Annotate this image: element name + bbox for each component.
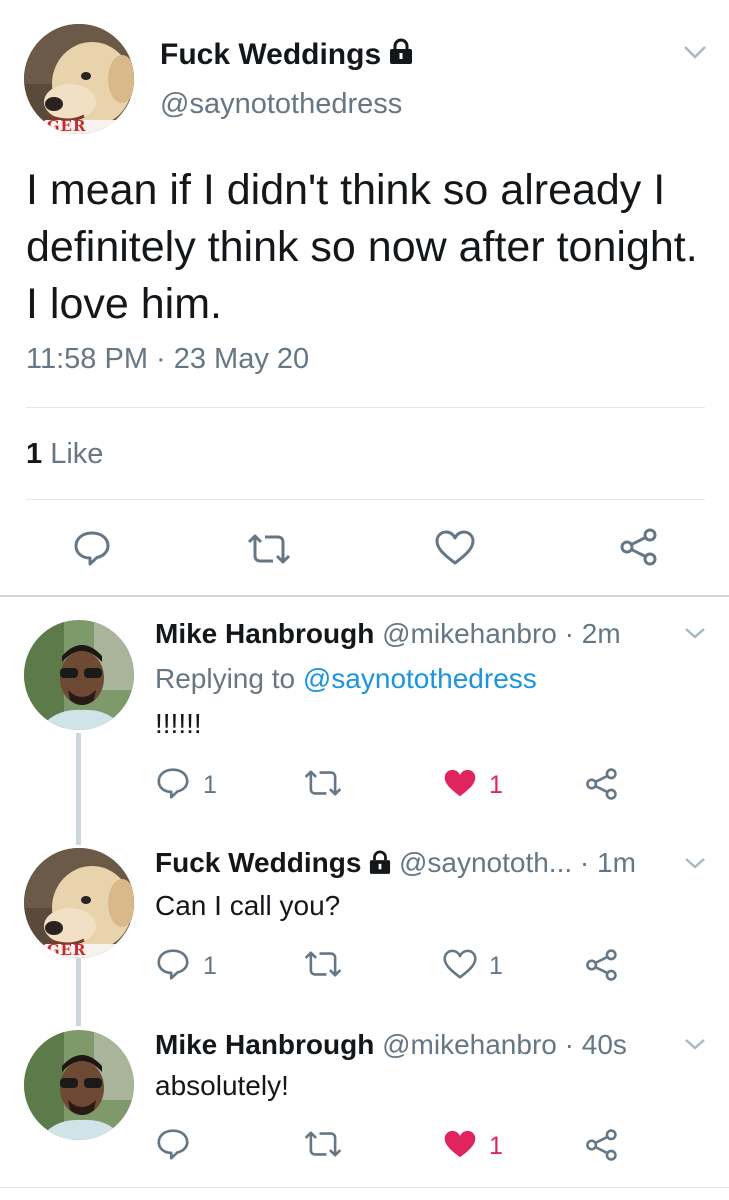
replying-to: Replying to @saynotothedress xyxy=(155,663,537,695)
share-icon[interactable] xyxy=(618,527,658,567)
lock-icon xyxy=(369,849,391,881)
reply-header: Mike Hanbrough @mikehanbro · 40s xyxy=(155,1029,627,1061)
heart-icon-filled[interactable] xyxy=(443,1129,477,1160)
retweet-icon[interactable] xyxy=(302,1131,344,1157)
like-count: 1 xyxy=(489,952,503,980)
reply-bubble-icon[interactable] xyxy=(73,530,111,566)
chevron-down-icon[interactable] xyxy=(682,44,708,60)
heart-icon[interactable] xyxy=(443,949,477,980)
reply-bubble-icon[interactable] xyxy=(156,767,190,799)
reply-avatar[interactable] xyxy=(24,1030,134,1140)
divider xyxy=(26,499,705,500)
heart-icon[interactable] xyxy=(435,530,475,566)
divider xyxy=(26,407,705,408)
bottom-divider xyxy=(0,1187,729,1188)
retweet-icon[interactable] xyxy=(302,770,344,796)
share-icon[interactable] xyxy=(584,948,618,982)
replying-mention[interactable]: @saynotothedress xyxy=(303,663,537,694)
reply-time[interactable]: · 2m xyxy=(565,618,621,649)
thread-line xyxy=(76,733,81,845)
share-icon[interactable] xyxy=(584,1128,618,1162)
main-avatar[interactable]: NGER xyxy=(24,24,134,134)
reply-author-name[interactable]: Mike Hanbrough xyxy=(155,618,374,649)
reply-text: absolutely! xyxy=(155,1070,289,1101)
thread-line xyxy=(76,958,81,1026)
tweet-timestamp[interactable]: 11:58 PM · 23 May 20 xyxy=(26,343,309,376)
retweet-icon[interactable] xyxy=(302,951,344,977)
reply-header: Fuck Weddings @saynototh... · 1m xyxy=(155,847,636,881)
author-name[interactable]: Fuck Weddings xyxy=(160,38,413,72)
reply-author-handle[interactable]: @mikehanbro xyxy=(382,1029,557,1060)
reply-count: 1 xyxy=(203,771,217,799)
reply-header: Mike Hanbrough @mikehanbro · 2m xyxy=(155,618,621,650)
section-divider xyxy=(0,595,729,597)
reply-avatar[interactable] xyxy=(24,620,134,730)
likes-label: Like xyxy=(50,438,104,470)
reply-bubble-icon[interactable] xyxy=(156,1128,190,1160)
reply-time[interactable]: · 1m xyxy=(580,847,636,878)
chevron-down-icon[interactable] xyxy=(683,1037,707,1051)
lock-icon xyxy=(389,38,413,72)
reply-author-name[interactable]: Fuck Weddings xyxy=(155,847,361,878)
reply-author-handle[interactable]: @saynototh... xyxy=(399,847,572,878)
author-handle[interactable]: @saynotothedress xyxy=(160,88,402,121)
heart-icon-filled[interactable] xyxy=(443,768,477,799)
likes-count: 1 xyxy=(26,438,43,470)
reply-text: Can I call you? xyxy=(155,890,341,921)
chevron-down-icon[interactable] xyxy=(683,626,707,640)
like-count: 1 xyxy=(489,771,503,799)
chevron-down-icon[interactable] xyxy=(683,856,707,870)
reply-count: 1 xyxy=(203,952,217,980)
reply-author-name[interactable]: Mike Hanbrough xyxy=(155,1029,374,1060)
retweet-icon[interactable] xyxy=(245,534,293,564)
replying-prefix: Replying to xyxy=(155,663,296,694)
reply-text: !!!!!! xyxy=(155,708,202,739)
author-name-text: Fuck Weddings xyxy=(160,38,382,71)
reply-time[interactable]: · 40s xyxy=(565,1029,627,1060)
reply-author-handle[interactable]: @mikehanbro xyxy=(382,618,557,649)
avatar-caption: NGER xyxy=(32,117,87,134)
reply-avatar[interactable]: NGER xyxy=(24,848,134,958)
avatar-caption: NGER xyxy=(32,941,87,958)
likes-summary[interactable]: 1 Like xyxy=(26,438,103,471)
like-count: 1 xyxy=(489,1132,503,1160)
tweet-text: I mean if I didn't think so already I de… xyxy=(26,166,698,328)
share-icon[interactable] xyxy=(584,767,618,801)
reply-bubble-icon[interactable] xyxy=(156,948,190,980)
